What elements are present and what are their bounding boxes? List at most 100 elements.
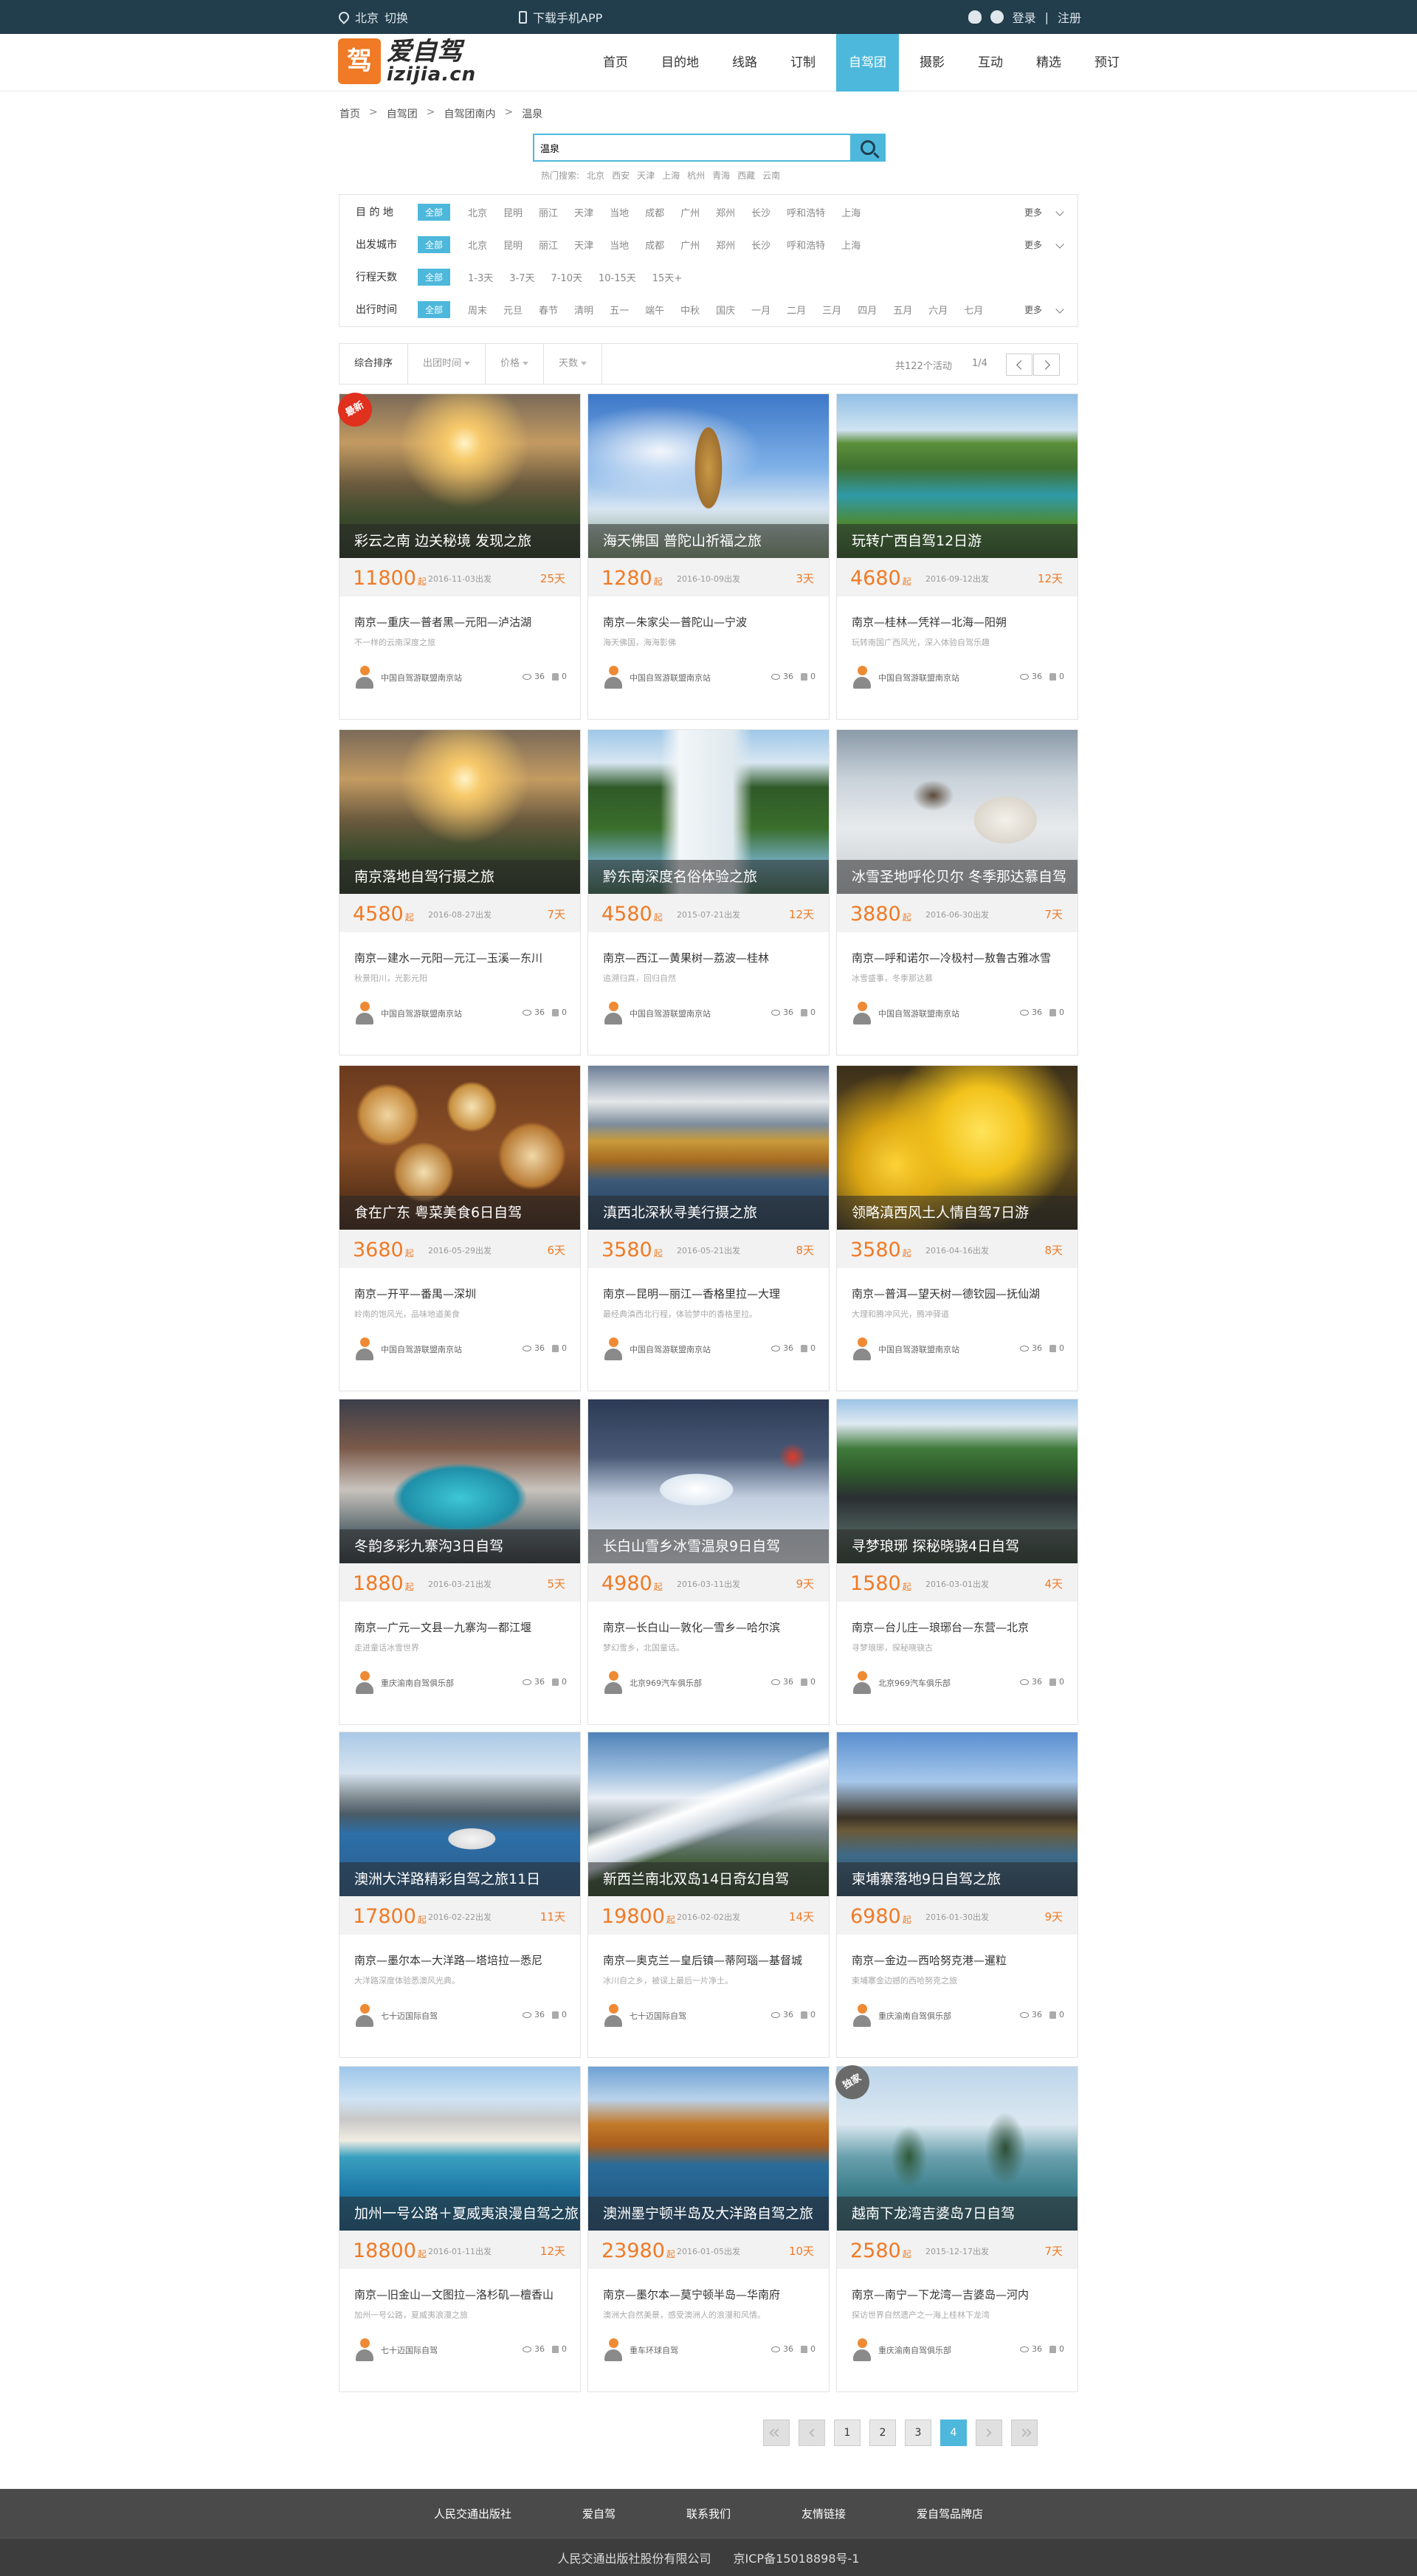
organizer-name[interactable]: 七十迈国际自驾 <box>630 2010 686 2022</box>
filter-option[interactable]: 二月 <box>787 303 806 317</box>
tour-photo[interactable]: 新西兰南北双岛14日奇幻自驾 <box>588 1732 829 1896</box>
organizer-name[interactable]: 七十迈国际自驾 <box>381 2344 438 2356</box>
footer-link[interactable]: 爱自驾品牌店 <box>917 2506 983 2521</box>
tour-photo[interactable]: 越南下龙湾吉婆岛7日自驾 <box>837 2067 1078 2231</box>
hot-search-link[interactable]: 西安 <box>612 169 630 182</box>
footer-link[interactable]: 爱自驾 <box>582 2506 616 2521</box>
tour-photo[interactable]: 加州一号公路＋夏威夷浪漫自驾之旅 <box>339 2067 580 2231</box>
thumb-up-icon[interactable] <box>801 2345 807 2353</box>
filter-option[interactable]: 10-15天 <box>599 270 636 284</box>
filter-all-button[interactable]: 全部 <box>418 235 451 253</box>
filter-option[interactable]: 丽江 <box>539 238 558 252</box>
filter-option[interactable]: 五月 <box>893 303 912 317</box>
tour-card[interactable]: 新西兰南北双岛14日奇幻自驾 19800 起 2016-02-02出发 14天 南京—奥克… <box>587 1732 830 2058</box>
tour-photo[interactable]: 玩转广西自驾12日游 <box>837 394 1078 558</box>
tour-card[interactable]: 南京落地自驾行摄之旅 4580 起 2016-08-27出发 7天 南京—建水—元阳—元江… <box>339 729 581 1055</box>
filter-option[interactable]: 四月 <box>858 303 877 317</box>
avatar[interactable] <box>354 1337 375 1361</box>
organizer-name[interactable]: 中国自驾游联盟南京站 <box>878 1008 959 1019</box>
avatar[interactable] <box>603 2338 624 2362</box>
tour-card[interactable]: 玩转广西自驾12日游 4680 起 2016-09-12出发 12天 南京—桂林—凭祥—北… <box>836 393 1078 720</box>
tour-photo[interactable]: 海天佛国 普陀山祈福之旅 <box>588 394 829 558</box>
nav-item[interactable]: 订制 <box>778 34 828 92</box>
footer-link[interactable]: 友情链接 <box>801 2506 846 2521</box>
register-link[interactable]: 注册 <box>1058 8 1081 26</box>
filter-option[interactable]: 当地 <box>610 205 629 219</box>
first-page-button[interactable] <box>763 2420 790 2446</box>
filter-option[interactable]: 春节 <box>539 303 558 317</box>
site-logo[interactable]: 驾 爱自驾 izijia.cn <box>338 38 476 84</box>
tour-route[interactable]: 南京—台儿庄—琅琊台—东营—北京 <box>852 1619 1067 1635</box>
filter-option[interactable]: 郑州 <box>716 205 735 219</box>
filter-option[interactable]: 昆明 <box>503 205 523 219</box>
avatar[interactable] <box>852 666 872 689</box>
thumb-up-icon[interactable] <box>801 1008 807 1016</box>
thumb-up-icon[interactable] <box>801 1678 807 1686</box>
filter-option[interactable]: 成都 <box>645 205 664 219</box>
tour-photo[interactable]: 领略滇西风土人情自驾7日游 <box>837 1066 1078 1230</box>
tour-route[interactable]: 南京—普洱—望天树—德钦园—抚仙湖 <box>852 1286 1067 1301</box>
hot-search-link[interactable]: 天津 <box>637 169 655 182</box>
tour-title[interactable]: 长白山雪乡冰雪温泉9日自驾 <box>588 1529 829 1563</box>
sort-option[interactable]: 出团时间 <box>408 343 486 385</box>
filter-option[interactable]: 元旦 <box>503 303 523 317</box>
tour-title[interactable]: 澳洲墨宁顿半岛及大洋路自驾之旅 <box>588 2197 829 2231</box>
tour-route[interactable]: 南京—呼和诺尔—冷极村—敖鲁古雅冰雪 <box>852 950 1067 965</box>
chevron-right-icon[interactable] <box>1033 354 1060 376</box>
filter-option[interactable]: 北京 <box>468 238 487 252</box>
filter-option[interactable]: 呼和浩特 <box>787 238 825 252</box>
organizer-name[interactable]: 七十迈国际自驾 <box>381 2010 438 2022</box>
thumb-up-icon[interactable] <box>1049 1678 1056 1686</box>
chevron-down-icon[interactable] <box>1055 305 1064 314</box>
organizer-name[interactable]: 重庆渝南自驾俱乐部 <box>381 1677 454 1689</box>
tour-route[interactable]: 南京—重庆—普者黑—元阳—泸沽湖 <box>354 614 570 630</box>
nav-item[interactable]: 预订 <box>1082 34 1132 92</box>
tour-photo[interactable]: 长白山雪乡冰雪温泉9日自驾 <box>588 1399 829 1563</box>
organizer-name[interactable]: 中国自驾游联盟南京站 <box>630 672 711 683</box>
tour-route[interactable]: 南京—墨尔本—大洋路—塔培拉—悉尼 <box>354 1952 570 1968</box>
avatar[interactable] <box>354 2004 375 2028</box>
filter-option[interactable]: 清明 <box>574 303 593 317</box>
filter-option[interactable]: 3-7天 <box>509 270 534 284</box>
filter-option[interactable]: 端午 <box>645 303 664 317</box>
avatar[interactable] <box>354 666 375 689</box>
thumb-up-icon[interactable] <box>552 1344 559 1352</box>
thumb-up-icon[interactable] <box>1049 1008 1056 1016</box>
organizer-name[interactable]: 中国自驾游联盟南京站 <box>878 672 959 683</box>
organizer-name[interactable]: 中国自驾游联盟南京站 <box>630 1008 711 1019</box>
nav-item[interactable]: 线路 <box>720 34 770 92</box>
filter-more-button[interactable]: 更多 <box>1024 206 1042 218</box>
tour-card[interactable]: 越南下龙湾吉婆岛7日自驾 独家 2580 起 2015-12-17出发 7天 南京—南宁—下… <box>829 2059 1078 2392</box>
tour-card[interactable]: 冰雪圣地呼伦贝尔 冬季那达慕自驾 3880 起 2016-06-30出发 7天 南京—呼和… <box>836 729 1078 1055</box>
filter-option[interactable]: 上海 <box>841 238 861 252</box>
chevron-down-icon[interactable] <box>1055 207 1064 216</box>
filter-more-button[interactable]: 更多 <box>1024 238 1042 251</box>
tour-route[interactable]: 南京—墨尔本—莫宁顿半岛—华南府 <box>603 2287 818 2302</box>
thumb-up-icon[interactable] <box>552 2345 559 2353</box>
tour-route[interactable]: 南京—长白山—敦化—雪乡—哈尔滨 <box>603 1619 818 1635</box>
organizer-name[interactable]: 中国自驾游联盟南京站 <box>381 1343 462 1355</box>
tour-card[interactable]: 冬韵多彩九寨沟3日自驾 1880 起 2016-03-21出发 5天 南京—广元—文县—九… <box>339 1399 581 1725</box>
avatar[interactable] <box>354 1002 375 1025</box>
tour-photo[interactable]: 冰雪圣地呼伦贝尔 冬季那达慕自驾 <box>837 730 1078 894</box>
tour-title[interactable]: 食在广东 粤菜美食6日自驾 <box>339 1196 580 1230</box>
tour-route[interactable]: 南京—金边—西哈努克港—暹粒 <box>852 1952 1067 1968</box>
chevron-down-icon[interactable] <box>1055 240 1064 249</box>
filter-option[interactable]: 一月 <box>751 303 770 317</box>
tour-card[interactable]: 寻梦琅琊 探秘晓骁4日自驾 1580 起 2016-03-01出发 4天 南京—台儿庄—琅… <box>836 1399 1078 1725</box>
chevron-left-icon[interactable] <box>1006 354 1032 376</box>
hot-search-link[interactable]: 杭州 <box>687 169 705 182</box>
tour-photo[interactable]: 寻梦琅琊 探秘晓骁4日自驾 <box>837 1399 1078 1563</box>
sort-option[interactable]: 天数 <box>544 343 603 385</box>
search-input[interactable] <box>533 134 850 162</box>
tour-route[interactable]: 南京—开平—番禺—深圳 <box>354 1286 570 1301</box>
tour-route[interactable]: 南京—奥克兰—皇后镇—蒂阿瑙—基督城 <box>603 1952 818 1968</box>
avatar[interactable] <box>852 2338 872 2362</box>
tour-title[interactable]: 滇西北深秋寻美行摄之旅 <box>588 1196 829 1230</box>
tour-photo[interactable]: 南京落地自驾行摄之旅 <box>339 730 580 894</box>
filter-option[interactable]: 呼和浩特 <box>787 205 825 219</box>
filter-option[interactable]: 昆明 <box>503 238 523 252</box>
filter-option[interactable]: 成都 <box>645 238 664 252</box>
avatar[interactable] <box>603 1671 624 1695</box>
tour-card[interactable]: 彩云之南 边关秘境 发现之旅 最新 11800 起 2016-11-03出发 25天 南京—… <box>331 386 581 720</box>
